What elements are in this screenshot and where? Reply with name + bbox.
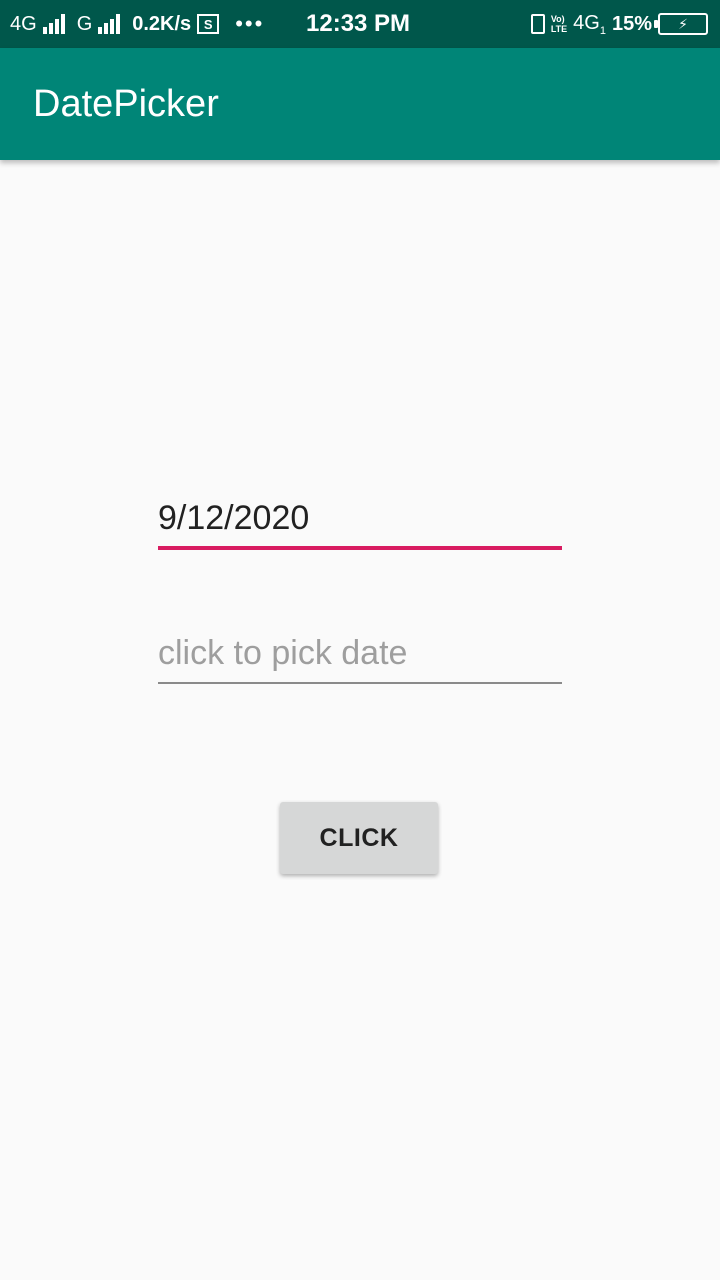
vibrate-icon <box>531 14 545 34</box>
status-right: Vo) LTE 4G1 15% ⚡ <box>531 0 708 48</box>
volte-top: Vo) <box>551 14 567 24</box>
signal-strength-icon <box>43 14 65 34</box>
volte-icon: Vo) LTE <box>551 14 567 34</box>
network-type-3-sub: 1 <box>600 25 606 37</box>
signal-strength-icon-2 <box>98 14 120 34</box>
screenshot-icon: S <box>197 14 219 34</box>
click-button[interactable]: CLICK <box>280 802 438 874</box>
status-time: 12:33 PM <box>306 0 410 48</box>
network-type-3: 4G1 <box>573 12 606 37</box>
status-left: 4G G 0.2K/s S ••• <box>10 0 264 48</box>
network-type-2: G <box>77 13 93 36</box>
network-type-3-label: 4G <box>573 12 600 34</box>
date-input[interactable] <box>158 490 562 550</box>
pick-date-input[interactable] <box>158 624 562 684</box>
status-bar: 4G G 0.2K/s S ••• 12:33 PM Vo) LTE 4G1 1… <box>0 0 720 48</box>
volte-bottom: LTE <box>551 24 567 34</box>
network-speed: 0.2K/s <box>132 13 191 36</box>
battery-charging-icon: ⚡ <box>658 13 708 35</box>
app-bar: DatePicker <box>0 48 720 160</box>
network-type-1: 4G <box>10 13 37 36</box>
app-title: DatePicker <box>33 48 219 160</box>
more-notifications-icon: ••• <box>235 11 264 37</box>
battery-percent: 15% <box>612 13 652 36</box>
